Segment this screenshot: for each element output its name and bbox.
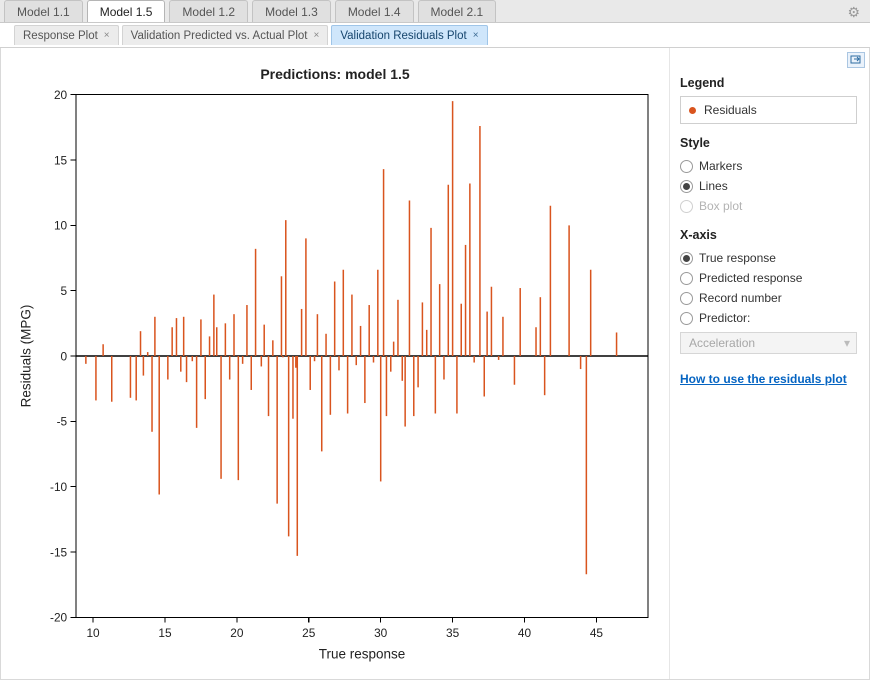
model-tab[interactable]: Model 2.1 <box>418 0 497 22</box>
dock-button[interactable] <box>847 52 865 68</box>
svg-text:0: 0 <box>61 349 68 363</box>
chart-area: Predictions: model 1.5 -20 -15 -10 -5 0 5 10 15… <box>1 48 669 679</box>
radio-icon <box>680 292 693 305</box>
legend-box[interactable]: Residuals <box>680 96 857 124</box>
radio-icon <box>680 252 693 265</box>
close-icon[interactable]: × <box>473 30 479 41</box>
close-icon[interactable]: × <box>104 30 110 41</box>
radio-icon <box>680 312 693 325</box>
svg-text:-15: -15 <box>50 545 68 559</box>
svg-text:-5: -5 <box>57 415 68 429</box>
xaxis-radio-predicted-response[interactable]: Predicted response <box>680 268 857 288</box>
predictor-select: Acceleration ▾ <box>680 332 857 354</box>
plot-tab[interactable]: Validation Predicted vs. Actual Plot× <box>122 25 329 45</box>
svg-text:35: 35 <box>446 626 460 640</box>
plot-tab[interactable]: Response Plot× <box>14 25 119 45</box>
radio-icon <box>680 272 693 285</box>
svg-text:30: 30 <box>374 626 388 640</box>
legend-item-label: Residuals <box>704 103 757 117</box>
svg-text:20: 20 <box>54 88 68 102</box>
residuals-chart[interactable]: -20 -15 -10 -5 0 5 10 15 20 10 15 20 25 30 35 40 45 True … <box>11 86 659 669</box>
xaxis-radio-predictor[interactable]: Predictor: <box>680 308 857 328</box>
svg-text:20: 20 <box>230 626 244 640</box>
dock-icon <box>850 54 862 66</box>
model-tab[interactable]: Model 1.2 <box>169 0 248 22</box>
radio-icon <box>680 180 693 193</box>
help-link[interactable]: How to use the residuals plot <box>680 372 857 386</box>
chevron-down-icon: ▾ <box>844 336 850 350</box>
svg-text:10: 10 <box>54 219 68 233</box>
svg-text:5: 5 <box>61 284 68 298</box>
svg-text:45: 45 <box>590 626 604 640</box>
plot-tab-bar-wrap: Response Plot× Validation Predicted vs. … <box>0 23 870 48</box>
radio-icon <box>680 160 693 173</box>
legend-dot-icon <box>689 107 696 114</box>
svg-text:-20: -20 <box>50 611 68 625</box>
svg-text:-10: -10 <box>50 480 68 494</box>
plot-tab-bar: Response Plot× Validation Predicted vs. … <box>0 23 870 47</box>
style-radio-markers[interactable]: Markers <box>680 156 857 176</box>
side-panel: Legend Residuals Style Markers Lines Box… <box>669 48 869 679</box>
model-tab[interactable]: Model 1.5 <box>87 0 166 22</box>
style-radio-boxplot: Box plot <box>680 196 857 216</box>
style-heading: Style <box>680 136 857 150</box>
svg-text:Residuals (MPG): Residuals (MPG) <box>18 305 33 408</box>
svg-text:True response: True response <box>319 646 405 661</box>
legend-heading: Legend <box>680 76 857 90</box>
svg-text:15: 15 <box>158 626 172 640</box>
model-tab[interactable]: Model 1.3 <box>252 0 331 22</box>
xaxis-heading: X-axis <box>680 228 857 242</box>
svg-text:10: 10 <box>86 626 100 640</box>
main-pane: Predictions: model 1.5 -20 -15 -10 -5 0 5 10 15… <box>0 48 870 680</box>
radio-icon <box>680 200 693 213</box>
close-icon[interactable]: × <box>314 30 320 41</box>
xaxis-radio-true-response[interactable]: True response <box>680 248 857 268</box>
svg-text:40: 40 <box>518 626 532 640</box>
model-tab[interactable]: Model 1.1 <box>4 0 83 22</box>
chart-title: Predictions: model 1.5 <box>11 66 659 82</box>
plot-tab[interactable]: Validation Residuals Plot× <box>331 25 487 45</box>
svg-text:15: 15 <box>54 153 68 167</box>
gear-icon[interactable]: ⚙ <box>847 4 860 21</box>
svg-text:25: 25 <box>302 626 316 640</box>
predictor-select-value: Acceleration <box>689 336 755 350</box>
model-tab-bar: Model 1.1 Model 1.5 Model 1.2 Model 1.3 … <box>0 0 870 23</box>
style-radio-lines[interactable]: Lines <box>680 176 857 196</box>
model-tab[interactable]: Model 1.4 <box>335 0 414 22</box>
xaxis-radio-record-number[interactable]: Record number <box>680 288 857 308</box>
